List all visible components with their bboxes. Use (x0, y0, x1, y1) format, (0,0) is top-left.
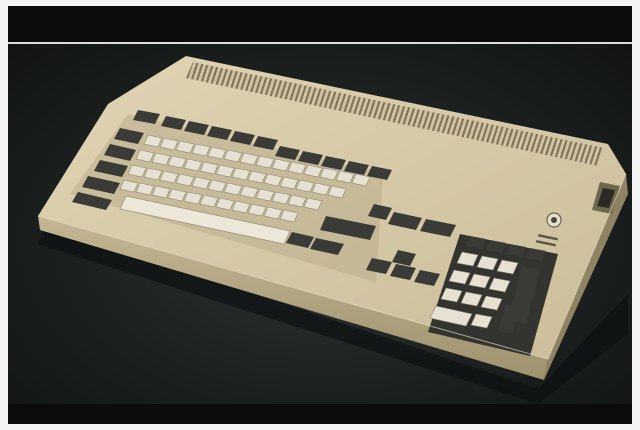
keyboard-illustration (37, 56, 628, 404)
computer-photo (8, 44, 632, 404)
page-edge (0, 424, 640, 430)
bottom-border (8, 404, 632, 424)
logo-badge (546, 212, 562, 228)
image-frame (0, 0, 640, 430)
top-border (8, 6, 632, 42)
